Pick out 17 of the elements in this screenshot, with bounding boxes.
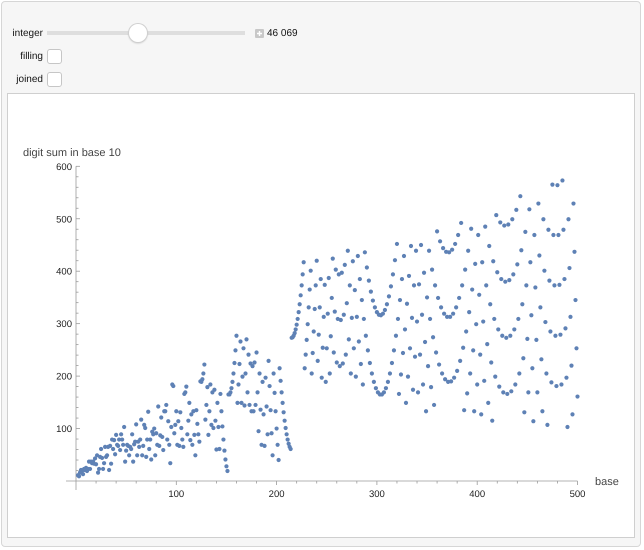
slider-label: integer [11,28,43,38]
y-tick-label: 400 [56,266,72,278]
x-axis-label: base [595,476,619,488]
y-axis-label: digit sum in base 10 [23,147,121,159]
y-tick-label: 200 [56,372,72,383]
slider-value: 46 069 [267,28,298,38]
y-tick-label: 600 [56,162,72,173]
x-tick-label: 100 [168,489,184,500]
checkbox-label: filling [19,50,43,62]
y-tick-label: 500 [56,214,72,226]
x-tick-label: 500 [570,489,586,500]
x-tick-label: 400 [469,489,486,500]
x-tick-label: 300 [368,489,385,500]
y-tick-label: 300 [56,319,72,330]
checkbox-label: joined [15,74,43,84]
x-tick-label: 200 [268,489,285,500]
y-tick-label: 100 [56,424,72,436]
